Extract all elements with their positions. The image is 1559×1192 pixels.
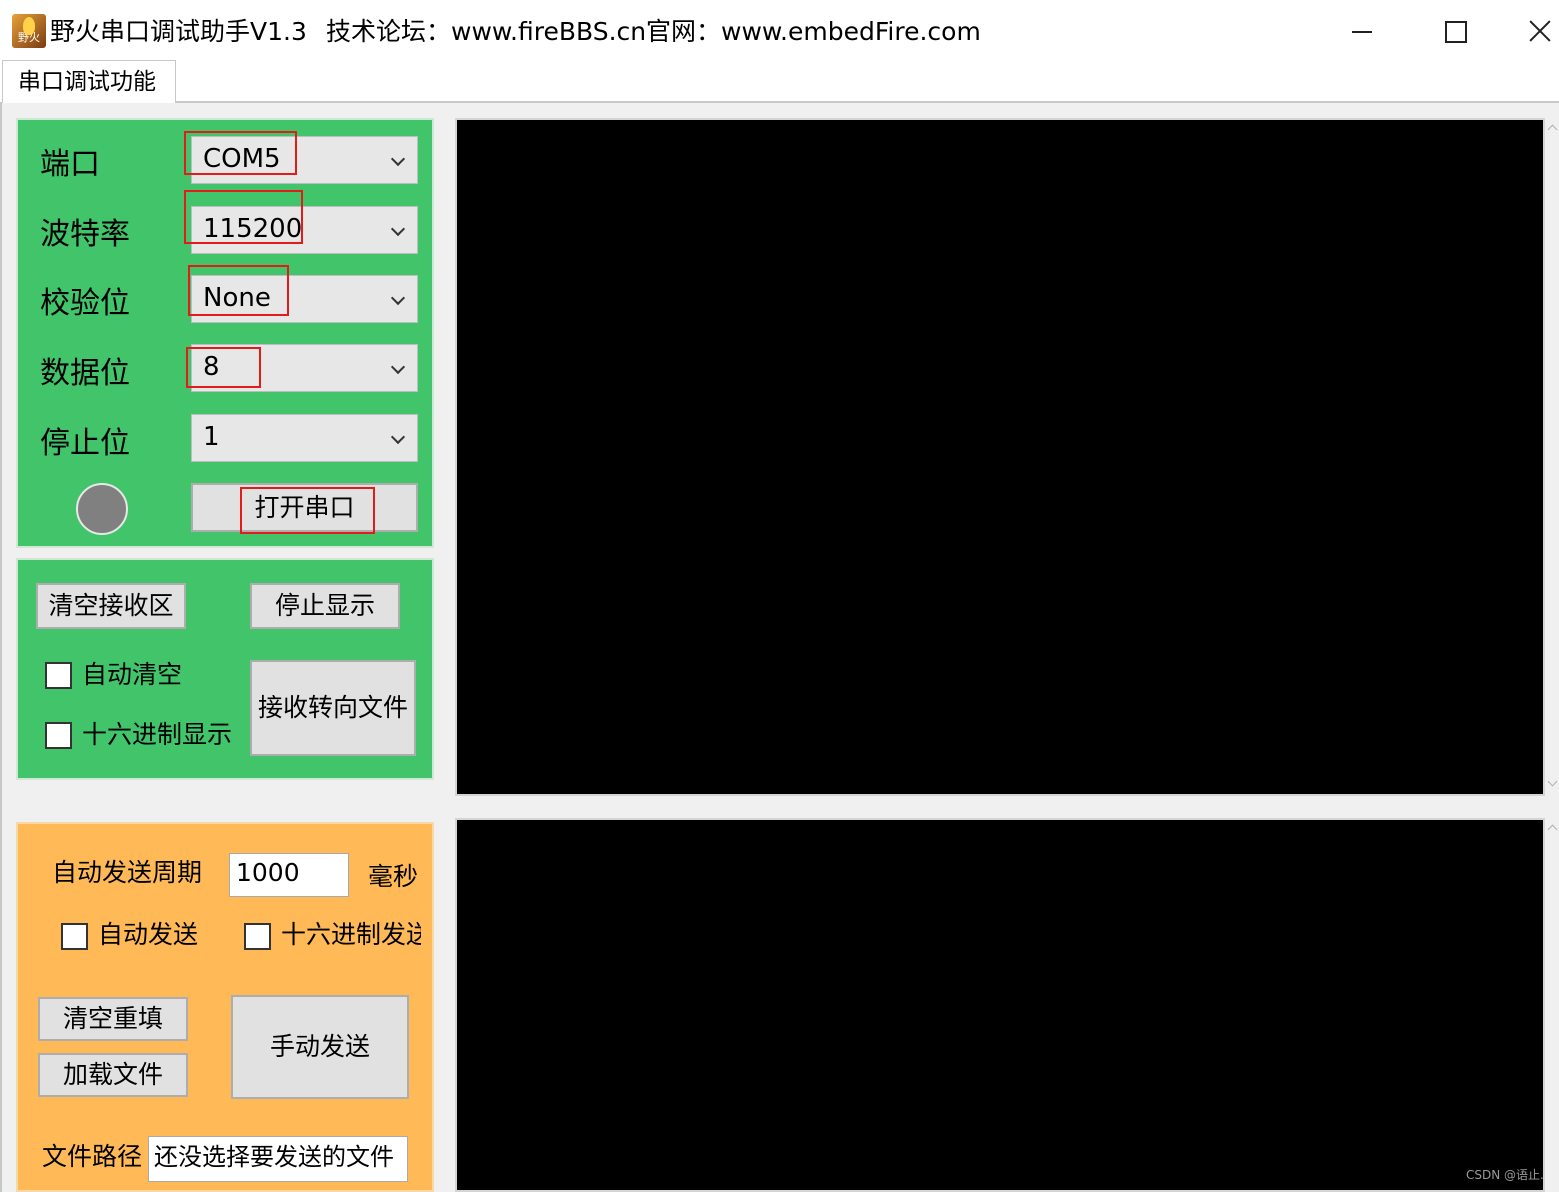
- chevron-down-icon: [390, 221, 406, 237]
- chevron-down-icon: [390, 151, 406, 167]
- auto-clear-checkbox[interactable]: [45, 662, 72, 689]
- stopbits-select[interactable]: 1: [191, 414, 418, 462]
- chevron-down-icon: [390, 429, 406, 445]
- file-path-field[interactable]: 还没选择要发送的文件: [148, 1136, 408, 1182]
- window-title: 野火串口调试助手V1.3: [50, 17, 307, 46]
- baud-select-value: 115200: [203, 214, 303, 244]
- databits-select[interactable]: 8: [191, 344, 418, 392]
- period-unit-label: 毫秒: [368, 862, 419, 891]
- stop-display-button[interactable]: 停止显示: [250, 583, 400, 629]
- parity-select[interactable]: None: [191, 275, 418, 323]
- receive-scrollbar[interactable]: [1545, 118, 1559, 796]
- manual-send-button[interactable]: 手动发送: [231, 995, 409, 1099]
- port-label: 端口: [40, 147, 100, 182]
- databits-select-value: 8: [203, 352, 220, 382]
- minimize-button[interactable]: [1330, 10, 1390, 54]
- load-file-button[interactable]: 加载文件: [38, 1053, 188, 1097]
- maximize-button[interactable]: [1425, 10, 1485, 54]
- parity-select-value: None: [203, 283, 271, 313]
- hex-send-checkbox[interactable]: [244, 923, 271, 950]
- clear-refill-button[interactable]: 清空重填: [38, 997, 188, 1041]
- parity-label: 校验位: [40, 286, 130, 321]
- tab-serial-debug[interactable]: 串口调试功能: [2, 60, 176, 103]
- scroll-down-icon: [1547, 776, 1558, 787]
- receive-terminal[interactable]: [455, 118, 1545, 796]
- close-button[interactable]: [1510, 10, 1559, 54]
- content-border: [0, 102, 2, 1192]
- databits-label: 数据位: [40, 356, 130, 391]
- stopbits-label: 停止位: [40, 426, 130, 461]
- baud-label: 波特率: [40, 217, 130, 252]
- chevron-down-icon: [390, 290, 406, 306]
- forum-link-text: 技术论坛：www.fireBBS.cn: [326, 17, 647, 46]
- scroll-up-icon: [1547, 124, 1558, 135]
- send-period-input[interactable]: 1000: [229, 853, 349, 897]
- file-path-label: 文件路径: [42, 1142, 143, 1171]
- stopbits-select-value: 1: [203, 422, 220, 452]
- port-status-led: [76, 483, 128, 535]
- receive-to-file-button[interactable]: 接收转向文件: [250, 660, 416, 756]
- send-editor[interactable]: [455, 818, 1545, 1192]
- hex-display-checkbox[interactable]: [45, 722, 72, 749]
- auto-send-label: 自动发送: [98, 920, 199, 949]
- hex-send-label: 十六进制发送: [281, 920, 421, 949]
- port-select[interactable]: COM5: [191, 136, 418, 184]
- period-label: 自动发送周期: [52, 858, 203, 887]
- chevron-down-icon: [390, 359, 406, 375]
- port-select-value: COM5: [203, 144, 281, 174]
- open-port-button[interactable]: 打开串口: [191, 483, 418, 532]
- flame-app-icon: 野火: [12, 14, 46, 48]
- hex-display-label: 十六进制显示: [82, 720, 233, 749]
- tab-strip-divider: [175, 101, 1559, 103]
- auto-clear-label: 自动清空: [82, 660, 183, 689]
- scroll-up-icon: [1547, 824, 1558, 835]
- clear-receive-button[interactable]: 清空接收区: [36, 583, 186, 629]
- auto-send-checkbox[interactable]: [61, 923, 88, 950]
- baud-select[interactable]: 115200: [191, 206, 418, 254]
- website-link-text: 官网：www.embedFire.com: [646, 17, 981, 46]
- send-scrollbar[interactable]: [1545, 818, 1559, 1192]
- watermark: CSDN @语止.: [1466, 1168, 1544, 1182]
